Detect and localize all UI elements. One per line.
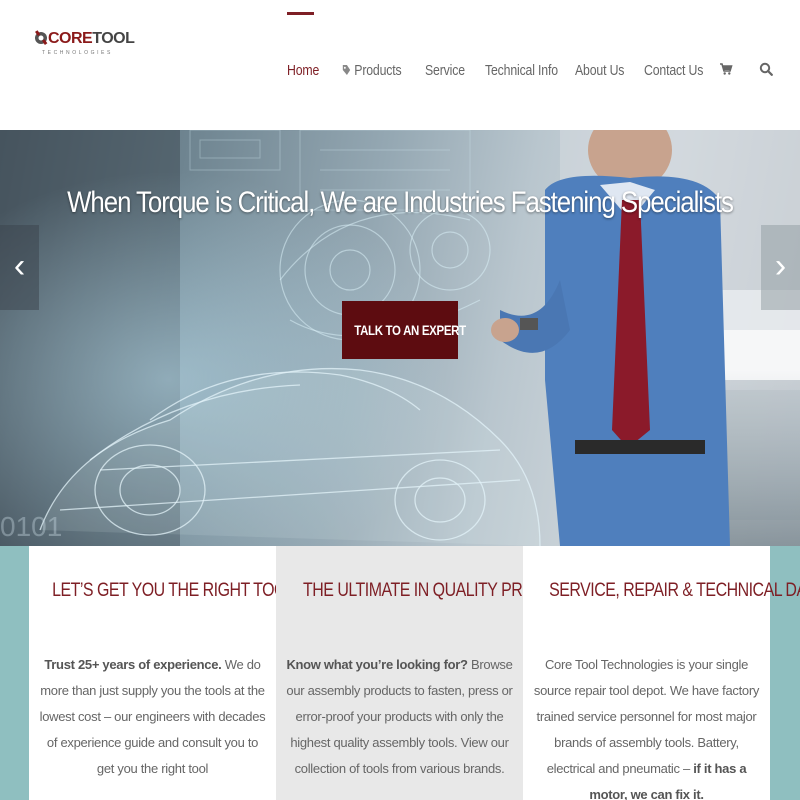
feature-body: Trust 25+ years of experience. We do mor… <box>39 657 266 776</box>
feature-title: LET’S GET YOU THE RIGHT TOOL <box>52 580 295 601</box>
slider-next-button[interactable]: › <box>761 225 800 310</box>
slider-prev-button[interactable]: ‹ <box>0 225 39 310</box>
logo-gear-icon <box>35 30 48 46</box>
search-icon[interactable] <box>759 62 773 76</box>
feature-card-service-repair: SERVICE, REPAIR & TECHNICAL DATA Core To… <box>523 546 800 800</box>
site-header: CORETOOL TECHNOLOGIES Home Products Serv… <box>0 0 800 130</box>
talk-to-expert-button[interactable]: TALK TO AN EXPERT <box>342 301 466 359</box>
tag-icon <box>342 65 351 75</box>
feature-body: Know what you’re looking for? Browse our… <box>286 657 513 776</box>
feature-body: Core Tool Technologies is your single so… <box>533 657 760 800</box>
logo-wordmark: CORETOOL <box>48 30 135 47</box>
hero-slider: 0101 When Torque is Critical, We are Ind… <box>0 130 800 546</box>
feature-title: SERVICE, REPAIR & TECHNICAL DATA <box>549 580 800 601</box>
feature-card-right-tool: LET’S GET YOU THE RIGHT TOOL Trust 25+ y… <box>29 546 295 800</box>
feature-title: THE ULTIMATE IN QUALITY PRODUCTS <box>303 580 587 601</box>
cart-icon[interactable] <box>719 62 733 76</box>
hero-title: When Torque is Critical, We are Industri… <box>67 186 734 219</box>
nav-item-products[interactable]: Products <box>342 62 402 79</box>
svg-text:0101: 0101 <box>0 511 62 542</box>
nav-active-indicator <box>287 12 314 15</box>
nav-item-technical-info[interactable]: Technical Info <box>485 62 558 79</box>
chevron-right-icon: › <box>774 247 787 285</box>
nav-item-contact-us[interactable]: Contact Us <box>644 62 703 79</box>
chevron-left-icon: ‹ <box>13 247 26 285</box>
feature-card-quality-products: THE ULTIMATE IN QUALITY PRODUCTS Know wh… <box>276 546 587 800</box>
nav-item-home[interactable]: Home <box>287 62 319 79</box>
talk-to-expert-label: TALK TO AN EXPERT <box>354 322 466 338</box>
nav-item-service[interactable]: Service <box>425 62 465 79</box>
nav-item-products-label: Products <box>354 62 402 79</box>
nav-item-about-us[interactable]: About Us <box>575 62 624 79</box>
main-nav: Home Products Service Technical Info Abo… <box>0 56 800 90</box>
features-section: LET’S GET YOU THE RIGHT TOOL Trust 25+ y… <box>0 546 800 800</box>
